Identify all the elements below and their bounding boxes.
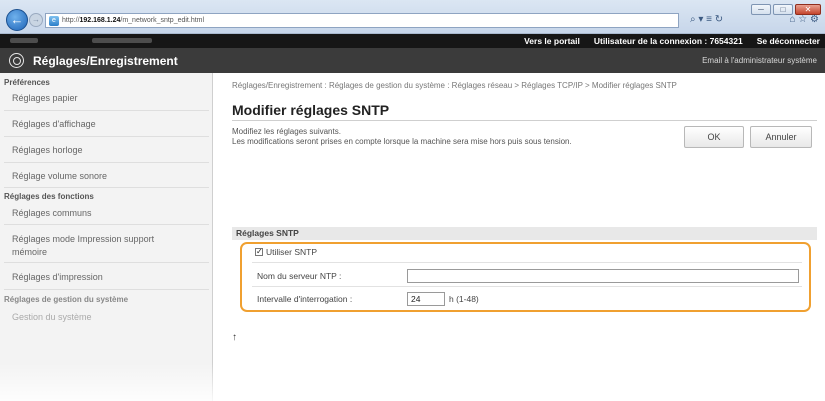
ok-button[interactable]: OK <box>684 126 744 148</box>
address-tools[interactable]: ⌕ ▾ ≡ ↻ <box>690 14 723 25</box>
browser-titlebar: ─ □ ✕ ← → e http://192.168.1.24/m_networ… <box>0 0 825 34</box>
sidebar-section-preferences: Préférences <box>4 78 50 87</box>
divider <box>232 120 817 121</box>
divider <box>4 136 209 137</box>
description: Modifiez les réglages suivants. Les modi… <box>232 127 652 147</box>
top-bar: Vers le portail Utilisateur de la connex… <box>0 34 825 48</box>
sidebar-fade <box>0 363 213 401</box>
sidebar-item-memory-print[interactable]: Réglages mode Impression support mémoire <box>12 233 182 259</box>
header-title: Réglages/Enregistrement <box>33 54 178 68</box>
interval-unit: h (1-48) <box>449 294 479 304</box>
description-line-2: Les modifications seront prises en compt… <box>232 137 572 146</box>
divider <box>4 187 209 188</box>
sidebar-item-print[interactable]: Réglages d'impression <box>12 271 103 284</box>
sidebar-item-paper[interactable]: Réglages papier <box>12 92 78 105</box>
sidebar-item-common[interactable]: Réglages communs <box>12 207 92 220</box>
section-header-sntp: Réglages SNTP <box>232 227 817 240</box>
use-sntp-label: Utiliser SNTP <box>266 247 318 257</box>
favorites-icons[interactable]: ⌂ ☆ ⚙ <box>789 14 819 25</box>
page-title: Modifier réglages SNTP <box>232 102 390 118</box>
sidebar-section-system: Réglages de gestion du système <box>4 295 129 304</box>
divider <box>252 262 802 263</box>
address-bar[interactable]: e http://192.168.1.24/m_network_sntp_edi… <box>45 13 679 28</box>
logo <box>10 38 38 43</box>
ntp-server-input[interactable] <box>407 269 799 283</box>
cancel-button[interactable]: Annuler <box>750 126 812 148</box>
login-user-label: Utilisateur de la connexion : 7654321 <box>593 36 743 46</box>
page-icon: e <box>49 15 59 26</box>
back-button[interactable]: ← <box>6 9 28 31</box>
interval-input[interactable] <box>407 292 445 306</box>
back-to-top-icon[interactable]: ↑ <box>232 332 237 343</box>
settings-icon <box>9 53 24 68</box>
divider <box>4 162 209 163</box>
divider <box>4 110 209 111</box>
use-sntp-checkbox[interactable]: ✓ <box>255 248 263 256</box>
divider <box>252 286 802 287</box>
header: Réglages/Enregistrement Email à l'admini… <box>0 48 825 73</box>
description-line-1: Modifiez les réglages suivants. <box>232 127 341 136</box>
minimize-button[interactable]: ─ <box>751 4 771 15</box>
divider <box>4 289 209 290</box>
logout-link[interactable]: Se déconnecter <box>757 35 820 47</box>
divider <box>4 224 209 225</box>
breadcrumb: Réglages/Enregistrement : Réglages de ge… <box>232 81 677 90</box>
forward-button[interactable]: → <box>29 13 43 27</box>
login-user-id: 7654321 <box>709 36 743 46</box>
sidebar-item-display[interactable]: Réglages d'affichage <box>12 118 96 131</box>
interval-label: Intervalle d'interrogation : <box>257 294 353 304</box>
sidebar-item-volume[interactable]: Réglage volume sonore <box>12 170 107 183</box>
ntp-server-label: Nom du serveur NTP : <box>257 271 342 281</box>
sidebar-section-functions: Réglages des fonctions <box>4 192 94 201</box>
url-text: http://192.168.1.24/m_network_sntp_edit.… <box>62 17 205 24</box>
admin-email-link[interactable]: Email à l'administrateur système <box>702 56 817 65</box>
sidebar: Préférences Réglages papier Réglages d'a… <box>0 73 213 401</box>
sidebar-item-clock[interactable]: Réglages horloge <box>12 144 83 157</box>
divider <box>4 262 209 263</box>
product-name <box>92 38 152 43</box>
portal-link[interactable]: Vers le portail <box>524 35 580 47</box>
sidebar-item-system-management[interactable]: Gestion du système <box>12 311 92 324</box>
